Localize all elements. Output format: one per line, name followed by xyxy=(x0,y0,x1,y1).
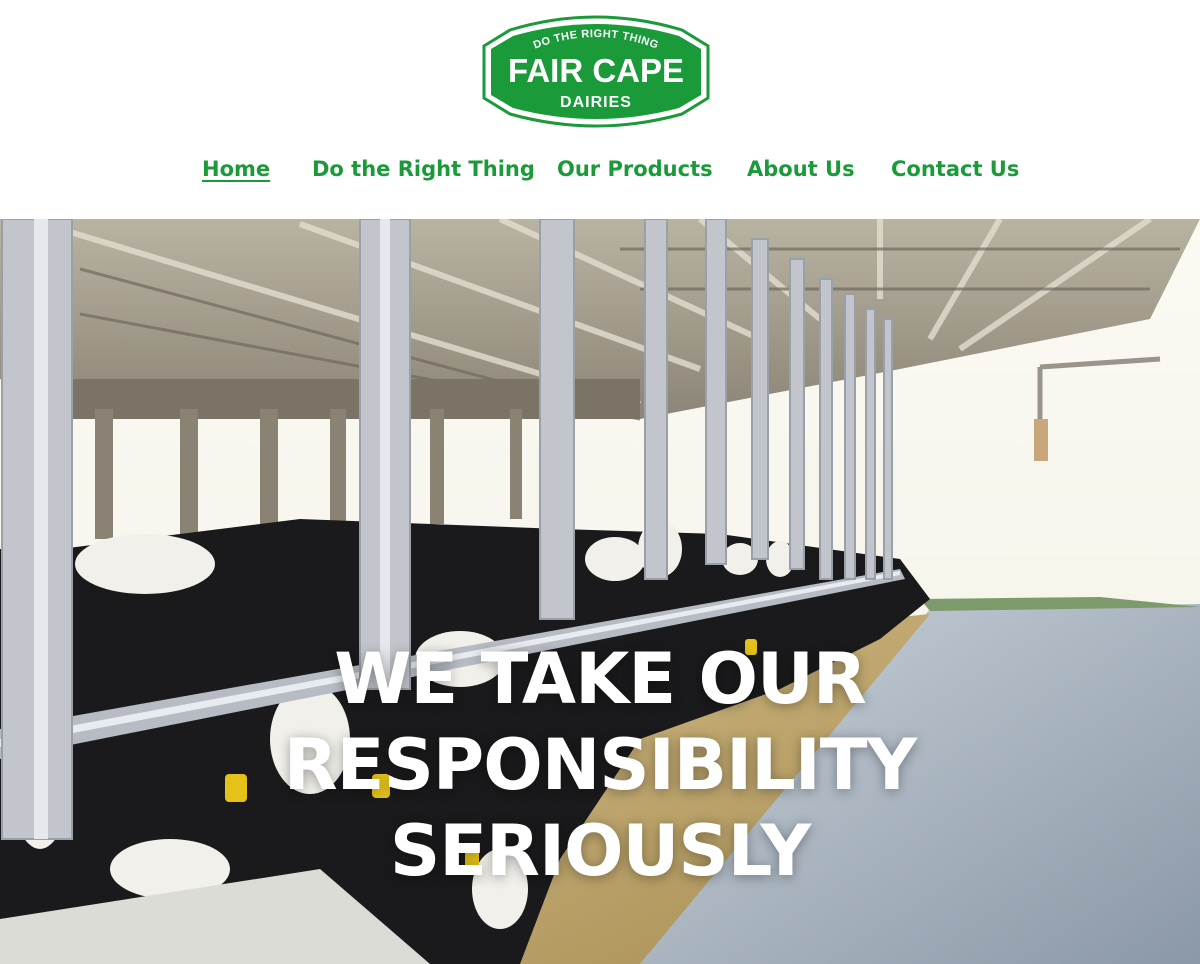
fair-cape-logo[interactable]: DO THE RIGHT THING FAIR CAPE DAIRIES xyxy=(480,12,712,130)
hero-banner: WE TAKE OUR RESPONSIBILITY SERIOUSLY xyxy=(0,219,1200,964)
main-nav: Home Do the Right Thing Our Products Abo… xyxy=(0,150,1200,190)
logo-name: FAIR CAPE xyxy=(508,52,684,89)
nav-do-the-right-thing[interactable]: Do the Right Thing xyxy=(312,150,535,188)
nav-home[interactable]: Home xyxy=(202,150,270,188)
hero-headline: WE TAKE OUR RESPONSIBILITY SERIOUSLY xyxy=(0,636,1200,894)
headline-line-2: RESPONSIBILITY xyxy=(283,723,917,806)
nav-contact-us[interactable]: Contact Us xyxy=(891,150,1019,188)
nav-about-us[interactable]: About Us xyxy=(747,150,855,188)
site-header: DO THE RIGHT THING FAIR CAPE DAIRIES Hom… xyxy=(0,0,1200,219)
nav-our-products[interactable]: Our Products xyxy=(557,150,713,188)
headline-line-3: SERIOUSLY xyxy=(389,809,811,892)
headline-line-1: WE TAKE OUR xyxy=(334,637,867,720)
logo-sub: DAIRIES xyxy=(560,94,632,111)
